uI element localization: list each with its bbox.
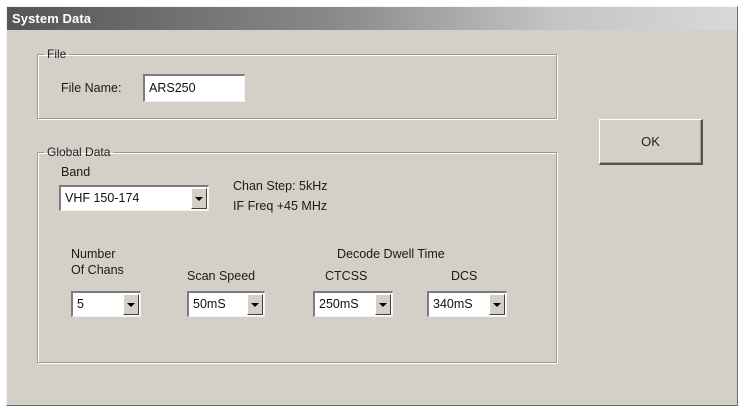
band-label: Band <box>61 165 91 179</box>
number-of-chans-value: 5 <box>77 297 84 311</box>
dcs-value: 340mS <box>433 297 473 311</box>
chevron-down-icon[interactable] <box>375 294 391 315</box>
scan-speed-select[interactable]: 50mS <box>187 291 265 317</box>
scan-speed-value: 50mS <box>193 297 226 311</box>
ctcss-label: CTCSS <box>325 269 368 283</box>
ok-button[interactable]: OK <box>599 119 703 165</box>
window-title: System Data <box>7 7 737 30</box>
band-select-value: VHF 150-174 <box>65 191 140 205</box>
file-group-legend: File <box>47 47 67 61</box>
global-data-legend: Global Data <box>47 145 111 159</box>
chevron-down-icon[interactable] <box>123 294 139 315</box>
file-name-field[interactable]: ARS250 <box>143 74 245 102</box>
chan-step-text: Chan Step: 5kHz <box>233 179 328 193</box>
ok-button-label: OK <box>641 134 660 149</box>
dcs-label: DCS <box>451 269 478 283</box>
number-of-chans-select[interactable]: 5 <box>71 291 141 317</box>
chevron-down-icon[interactable] <box>489 294 505 315</box>
number-of-chans-label-line2: Of Chans <box>71 263 124 277</box>
dcs-select[interactable]: 340mS <box>427 291 507 317</box>
if-freq-text: IF Freq +45 MHz <box>233 199 328 213</box>
chevron-down-icon[interactable] <box>191 188 207 209</box>
band-select[interactable]: VHF 150-174 <box>59 185 209 211</box>
file-name-label: File Name: <box>61 81 122 95</box>
scan-speed-label: Scan Speed <box>187 269 256 283</box>
ctcss-select[interactable]: 250mS <box>313 291 393 317</box>
number-of-chans-label-line1: Number <box>71 247 116 261</box>
system-data-dialog: System Data File File Name: ARS250 Globa… <box>6 6 738 406</box>
chevron-down-icon[interactable] <box>247 294 263 315</box>
decode-dwell-time-label: Decode Dwell Time <box>337 247 445 261</box>
ctcss-value: 250mS <box>319 297 359 311</box>
